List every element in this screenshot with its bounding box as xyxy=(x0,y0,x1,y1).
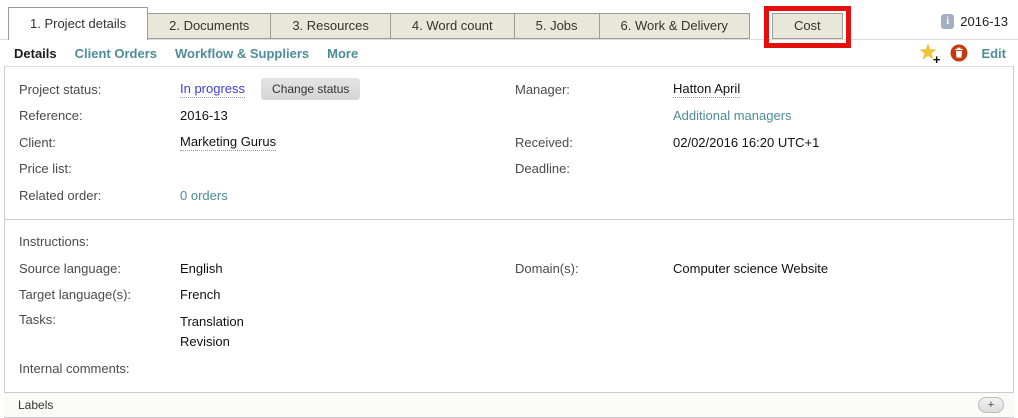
internal-comments-label: Internal comments: xyxy=(19,355,180,382)
subnav-item-workflow-suppliers[interactable]: Workflow & Suppliers xyxy=(175,46,309,61)
client-label: Client: xyxy=(19,129,180,156)
reference-value: 2016-13 xyxy=(180,103,515,130)
instructions-value xyxy=(180,229,515,256)
target-languages-value: French xyxy=(180,282,515,309)
domains-label: Domain(s): xyxy=(515,255,673,282)
labels-bar: Labels + xyxy=(4,392,1014,418)
instructions-label: Instructions: xyxy=(19,229,180,256)
target-languages-label: Target language(s): xyxy=(19,282,180,309)
tab-jobs[interactable]: 5. Jobs xyxy=(514,13,600,39)
additional-managers-link[interactable]: Additional managers xyxy=(673,108,792,123)
info-icon[interactable]: i xyxy=(941,14,954,29)
source-language-label: Source language: xyxy=(19,255,180,282)
subnav-actions: ★+ Edit xyxy=(919,44,1006,62)
labels-title: Labels xyxy=(18,398,53,412)
received-value: 02/02/2016 16:20 UTC+1 xyxy=(673,129,1013,156)
received-label: Received: xyxy=(515,129,673,156)
deadline-value xyxy=(673,156,1013,183)
tab-project-details[interactable]: 1. Project details xyxy=(8,7,148,40)
project-details-panel: Project status: In progress Change statu… xyxy=(4,66,1014,392)
empty-cell xyxy=(515,355,673,382)
details-subnav: Details Client Orders Workflow & Supplie… xyxy=(0,40,1018,66)
tab-documents[interactable]: 2. Documents xyxy=(147,13,271,39)
task-item: Translation xyxy=(180,314,244,329)
details-section-languages: Instructions: Source language: English D… xyxy=(5,219,1013,392)
empty-cell xyxy=(673,355,1013,382)
additional-managers-cell: Additional managers xyxy=(673,103,1013,130)
star-plus-glyph: + xyxy=(933,53,941,66)
details-section-general: Project status: In progress Change statu… xyxy=(5,67,1013,219)
domains-value: Computer science Website xyxy=(673,255,1013,282)
project-id-badge: i 2016-13 xyxy=(941,14,1008,29)
add-favorite-star-icon[interactable]: ★+ xyxy=(919,44,938,62)
related-order-link[interactable]: 0 orders xyxy=(180,188,228,203)
related-order-cell: 0 orders xyxy=(180,182,515,209)
client-value-cell: Marketing Gurus xyxy=(180,129,515,156)
trash-icon xyxy=(950,44,968,62)
subnav-item-more[interactable]: More xyxy=(327,46,358,61)
project-tab-bar: 1. Project details 2. Documents 3. Resou… xyxy=(0,0,1018,40)
related-order-label: Related order: xyxy=(19,182,180,209)
tab-work-delivery[interactable]: 6. Work & Delivery xyxy=(599,13,750,39)
tab-resources[interactable]: 3. Resources xyxy=(270,13,391,39)
reference-label: Reference: xyxy=(19,103,180,130)
tasks-label: Tasks: xyxy=(19,308,180,355)
deadline-label: Deadline: xyxy=(515,156,673,183)
project-status-link[interactable]: In progress xyxy=(180,81,245,98)
tab-cost-wrapper: Cost xyxy=(772,13,843,39)
manager-label: Manager: xyxy=(515,76,673,103)
tasks-value-cell: Translation Revision xyxy=(180,308,515,355)
empty-cell xyxy=(673,229,1013,256)
subnav-item-details[interactable]: Details xyxy=(14,46,57,61)
tab-word-count[interactable]: 4. Word count xyxy=(390,13,515,39)
delete-project-icon[interactable] xyxy=(950,44,968,62)
empty-cell xyxy=(515,308,673,355)
empty-cell xyxy=(515,103,673,130)
manager-value-cell: Hatton April xyxy=(673,76,1013,103)
add-label-button[interactable]: + xyxy=(978,397,1004,413)
client-value[interactable]: Marketing Gurus xyxy=(180,134,276,151)
empty-cell xyxy=(515,282,673,309)
project-id-text: 2016-13 xyxy=(960,14,1008,29)
change-status-button[interactable]: Change status xyxy=(261,78,360,100)
source-language-value: English xyxy=(180,255,515,282)
edit-button[interactable]: Edit xyxy=(981,46,1006,61)
subnav-item-client-orders[interactable]: Client Orders xyxy=(75,46,157,61)
price-list-label: Price list: xyxy=(19,156,180,183)
manager-value[interactable]: Hatton April xyxy=(673,81,740,98)
task-item: Revision xyxy=(180,334,230,349)
empty-cell xyxy=(673,308,1013,355)
empty-cell xyxy=(673,182,1013,209)
project-status-label: Project status: xyxy=(19,76,180,103)
internal-comments-value xyxy=(180,355,515,382)
project-status-value-cell: In progress Change status xyxy=(180,76,515,103)
empty-cell xyxy=(515,182,673,209)
empty-cell xyxy=(673,282,1013,309)
price-list-value xyxy=(180,156,515,183)
tab-cost[interactable]: Cost xyxy=(772,13,843,39)
empty-cell xyxy=(515,229,673,256)
